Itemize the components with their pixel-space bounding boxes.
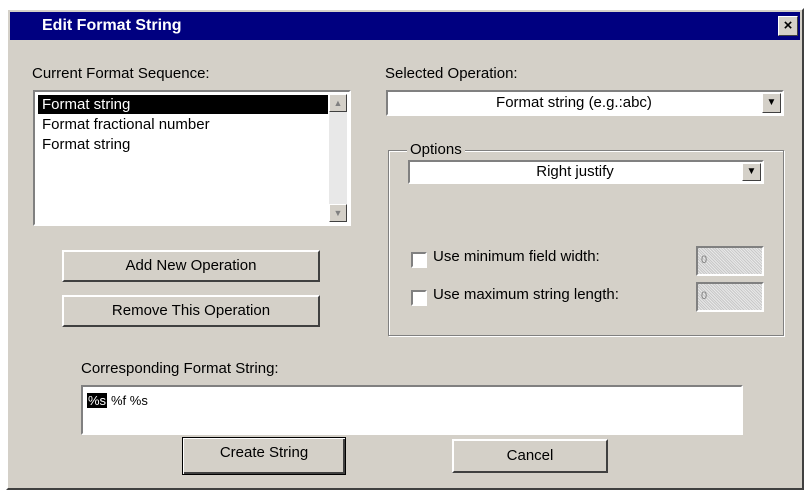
list-item[interactable]: Format string: [40, 135, 330, 154]
scroll-up-icon[interactable]: ▲: [329, 94, 347, 112]
title-bar[interactable]: Edit Format String ×: [10, 12, 800, 40]
dialog-window: Edit Format String × Current Format Sequ…: [6, 8, 804, 490]
format-sequence-list[interactable]: Format string Format fractional number F…: [33, 90, 351, 226]
options-label: Options: [407, 141, 465, 158]
format-selected-token: %s: [87, 393, 108, 408]
close-icon[interactable]: ×: [778, 16, 798, 36]
operation-select[interactable]: Format string (e.g.:abc) ▼: [386, 90, 784, 116]
min-width-label: Use minimum field width:: [433, 248, 600, 265]
dialog-title: Edit Format String: [42, 17, 182, 34]
list-scrollbar[interactable]: ▲ ▼: [329, 94, 347, 222]
max-length-checkbox[interactable]: [411, 290, 427, 306]
format-string-field[interactable]: %s %f %s: [81, 385, 743, 435]
max-length-label: Use maximum string length:: [433, 286, 619, 303]
create-string-button[interactable]: Create String: [182, 437, 346, 475]
min-width-field[interactable]: 0: [696, 246, 764, 276]
remove-operation-button[interactable]: Remove This Operation: [62, 295, 320, 327]
operation-label: Selected Operation:: [385, 65, 518, 82]
add-operation-button[interactable]: Add New Operation: [62, 250, 320, 282]
justify-value: Right justify: [536, 163, 614, 180]
max-length-field[interactable]: 0: [696, 282, 764, 312]
list-item[interactable]: Format string: [38, 95, 328, 114]
format-rest-text: %f %s: [111, 393, 148, 408]
cancel-button[interactable]: Cancel: [452, 439, 608, 473]
list-item[interactable]: Format fractional number: [40, 115, 330, 134]
chevron-down-icon[interactable]: ▼: [742, 163, 761, 181]
scroll-down-icon[interactable]: ▼: [329, 204, 347, 222]
chevron-down-icon[interactable]: ▼: [762, 93, 781, 113]
operation-value: Format string (e.g.:abc): [496, 94, 652, 111]
format-string-label: Corresponding Format String:: [81, 360, 279, 377]
sequence-label: Current Format Sequence:: [32, 65, 210, 82]
justify-select[interactable]: Right justify ▼: [408, 160, 764, 184]
min-width-checkbox[interactable]: [411, 252, 427, 268]
